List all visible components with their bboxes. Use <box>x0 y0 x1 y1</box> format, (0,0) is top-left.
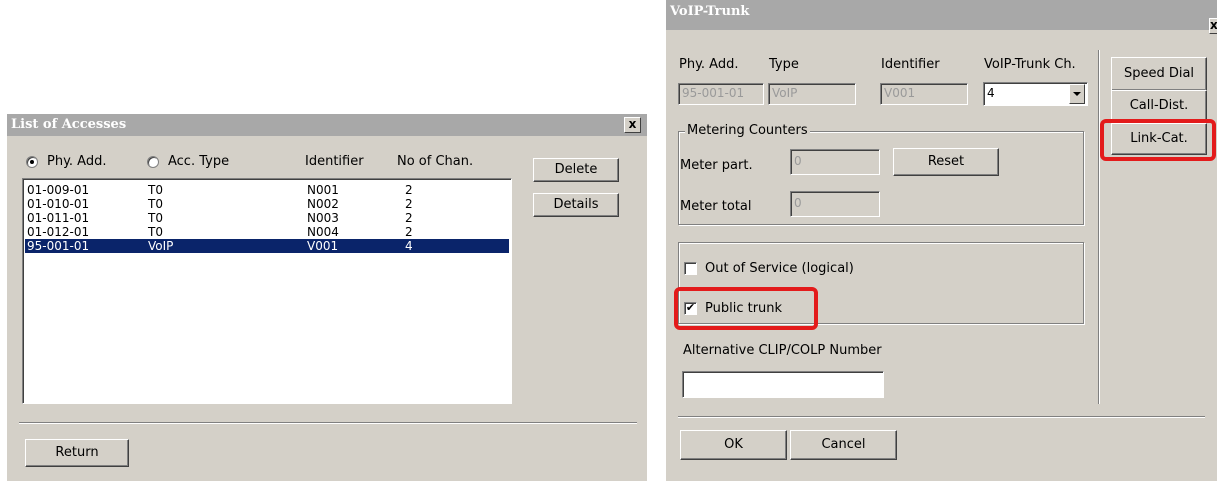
channels-column-header: No of Chan. <box>397 154 474 169</box>
call-dist-button[interactable]: Call-Dist. <box>1111 90 1207 122</box>
acc-type-radio-label[interactable]: Acc. Type <box>168 154 229 169</box>
accesses-separator <box>19 422 637 424</box>
ok-button[interactable]: OK <box>680 430 787 460</box>
radio-selected-dot <box>30 160 34 164</box>
cell-id: N004 <box>307 225 339 239</box>
table-row[interactable]: 95-001-01 VoIP V001 4 <box>25 239 509 253</box>
meter-total-label: Meter total <box>680 199 752 214</box>
right-column-separator <box>1098 50 1100 404</box>
cell-phy: 01-010-01 <box>27 197 90 211</box>
accesses-title: List of Accesses <box>11 117 127 132</box>
cell-id: N001 <box>307 183 339 197</box>
voip-title: VoIP-Trunk <box>670 4 750 19</box>
accesses-list[interactable]: 01-009-01 T0 N001 2 01-010-01 T0 N002 2 01-011-0… <box>22 178 512 404</box>
alt-clip-label: Alternative CLIP/COLP Number <box>683 343 882 358</box>
phy-add-radio-label[interactable]: Phy. Add. <box>47 154 106 169</box>
cell-type: T0 <box>148 211 163 225</box>
table-row[interactable]: 01-009-01 T0 N001 2 <box>25 183 509 197</box>
accesses-close-button[interactable]: x <box>624 117 641 133</box>
cell-phy: 01-012-01 <box>27 225 90 239</box>
table-row[interactable]: 01-011-01 T0 N003 2 <box>25 211 509 225</box>
identifier-header: Identifier <box>881 57 940 72</box>
voip-channel-header: VoIP-Trunk Ch. <box>984 57 1076 72</box>
cancel-button[interactable]: Cancel <box>790 430 897 460</box>
speed-dial-button[interactable]: Speed Dial <box>1111 57 1207 91</box>
type-field: VoIP <box>768 83 856 105</box>
out-of-service-label[interactable]: Out of Service (logical) <box>705 261 854 276</box>
voip-channel-value: 4 <box>987 86 995 100</box>
public-trunk-highlight <box>674 287 818 330</box>
cell-id: V001 <box>307 239 339 253</box>
cell-chan: 2 <box>405 183 413 197</box>
meter-part-field: 0 <box>790 149 880 175</box>
meter-total-field: 0 <box>790 191 880 217</box>
phy-add-radio[interactable] <box>26 156 38 168</box>
cell-id: N002 <box>307 197 339 211</box>
list-of-accesses-window: List of Accesses x Phy. Add. Acc. Type I… <box>7 114 647 481</box>
cell-type: T0 <box>148 197 163 211</box>
voip-trunk-window: VoIP-Trunk x Phy. Add. Type Identifier V… <box>666 0 1217 481</box>
identifier-column-header: Identifier <box>305 154 364 169</box>
cell-chan: 2 <box>405 197 413 211</box>
link-cat-highlight <box>1100 119 1216 161</box>
voip-close-button[interactable]: x <box>1209 18 1217 34</box>
delete-button[interactable]: Delete <box>533 158 619 182</box>
phy-add-field: 95-001-01 <box>678 83 764 105</box>
phy-add-header: Phy. Add. <box>679 57 739 72</box>
cell-type: T0 <box>148 183 163 197</box>
acc-type-radio[interactable] <box>147 156 159 168</box>
table-row[interactable]: 01-010-01 T0 N002 2 <box>25 197 509 211</box>
voip-bottom-separator <box>678 416 1205 418</box>
cell-type: VoIP <box>148 239 174 253</box>
cell-type: T0 <box>148 225 163 239</box>
cell-chan: 2 <box>405 211 413 225</box>
return-button[interactable]: Return <box>25 439 129 467</box>
out-of-service-checkbox[interactable] <box>684 262 697 275</box>
alt-clip-input[interactable] <box>682 371 884 398</box>
details-button[interactable]: Details <box>533 193 619 217</box>
cell-chan: 4 <box>405 239 413 253</box>
cell-phy: 01-009-01 <box>27 183 90 197</box>
cell-phy: 95-001-01 <box>27 239 90 253</box>
accesses-title-bar: List of Accesses <box>7 114 647 136</box>
type-header: Type <box>769 57 799 72</box>
dropdown-arrow-icon[interactable] <box>1069 84 1085 104</box>
cell-chan: 2 <box>405 225 413 239</box>
cell-id: N003 <box>307 211 339 225</box>
cell-phy: 01-011-01 <box>27 211 90 225</box>
metering-counters-title: Metering Counters <box>685 123 810 138</box>
table-row[interactable]: 01-012-01 T0 N004 2 <box>25 225 509 239</box>
voip-title-bar: VoIP-Trunk <box>666 0 1217 30</box>
identifier-field: V001 <box>880 83 968 105</box>
meter-part-label: Meter part. <box>680 158 753 173</box>
reset-button[interactable]: Reset <box>893 148 999 176</box>
